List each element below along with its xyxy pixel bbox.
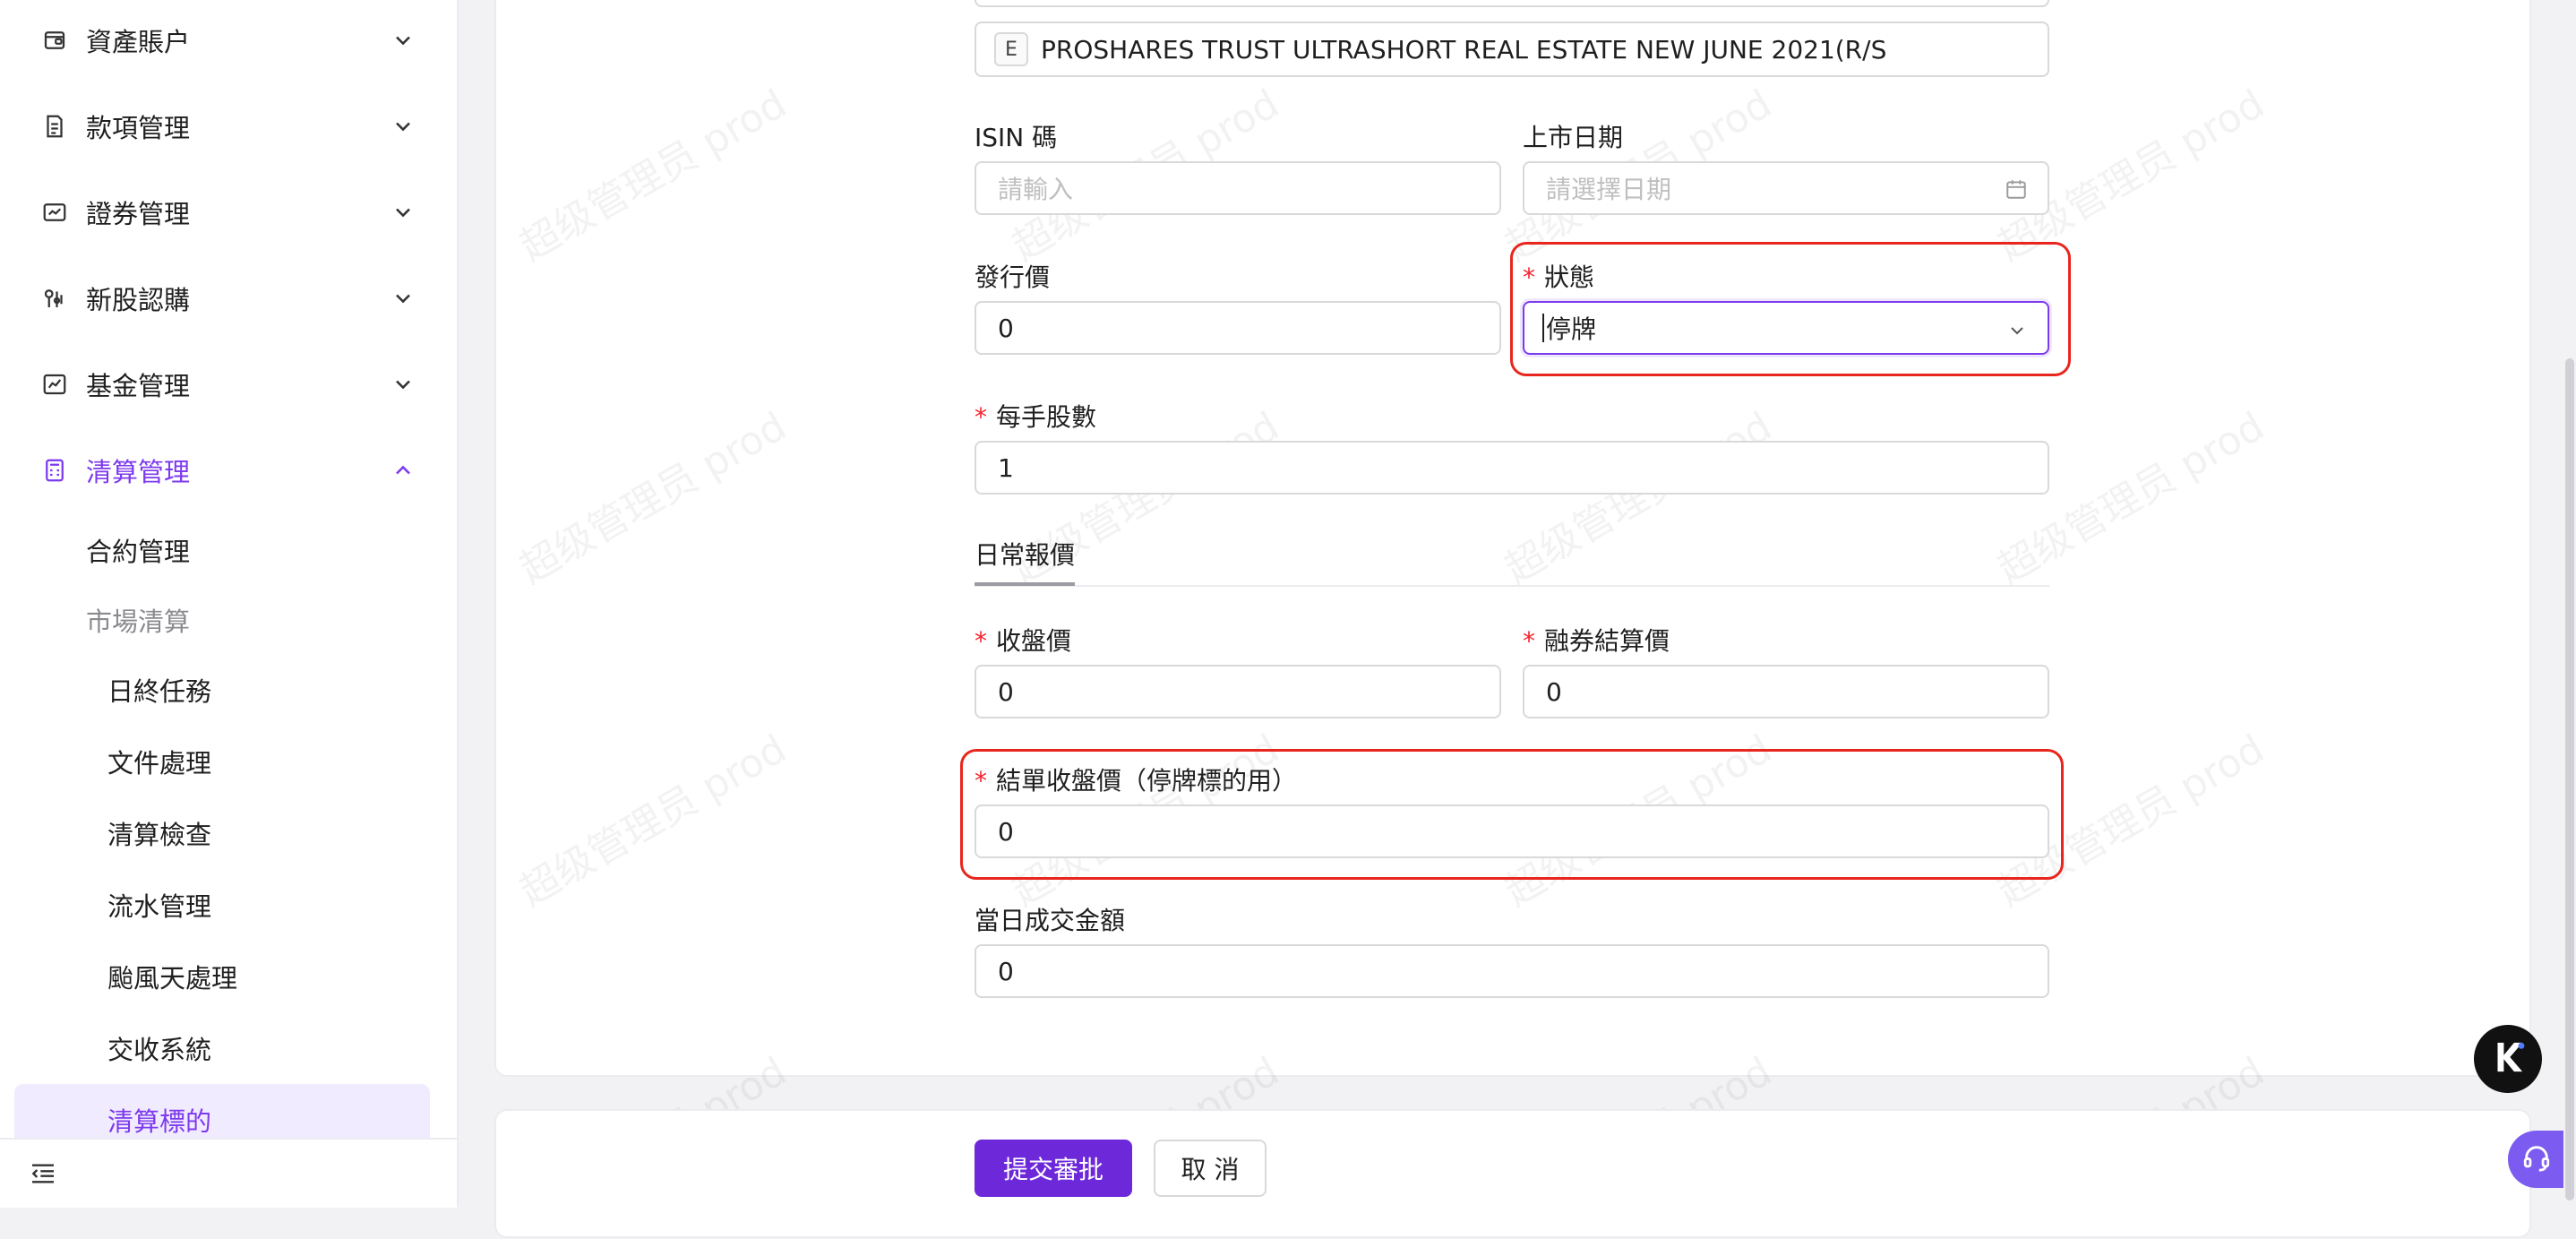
menu-item-securities-management[interactable]: 證券管理: [0, 176, 457, 248]
closing-price-input[interactable]: 0: [975, 665, 1501, 718]
sidebar-footer: [0, 1138, 457, 1208]
menu-item-payment-management[interactable]: 款項管理: [0, 90, 457, 162]
k-logo-icon: [2487, 1037, 2529, 1081]
submenu-item-clearing-check[interactable]: 清算檢查: [107, 801, 211, 865]
chevron-down-icon: [391, 200, 416, 225]
market-tag: E: [994, 32, 1028, 66]
margin-settlement-price-label-text: 融券結算價: [1544, 626, 1670, 656]
settlement-closing-price-label: * 結單收盤價（停牌標的用）: [975, 761, 1297, 797]
receipt-icon: [41, 113, 68, 140]
listing-date-picker[interactable]: 請選擇日期: [1523, 161, 2049, 215]
required-mark: *: [1523, 626, 1535, 656]
isin-label: ISIN 碼: [975, 123, 1058, 152]
page-scrollbar-thumb[interactable]: [2565, 358, 2574, 1200]
closing-price-label-text: 收盤價: [996, 626, 1072, 656]
calculator-icon: [41, 457, 68, 484]
status-label-text: 狀態: [1544, 262, 1595, 292]
collapse-menu-icon[interactable]: [29, 1159, 57, 1188]
security-name-value: PROSHARES TRUST ULTRASHORT REAL ESTATE N…: [1041, 34, 1887, 65]
form-card: [494, 0, 2531, 1077]
submenu-group-market-clearing: 市場清算: [86, 607, 191, 637]
assistant-button[interactable]: [2474, 1025, 2542, 1093]
customer-support-button[interactable]: [2508, 1131, 2565, 1188]
required-mark: *: [975, 626, 987, 656]
ipo-icon: [41, 285, 68, 312]
chevron-down-icon: [391, 28, 416, 53]
settlement-closing-price-label-text: 結單收盤價（停牌標的用）: [996, 766, 1298, 796]
submenu-item-eod-tasks[interactable]: 日終任務: [107, 658, 211, 722]
issue-price-input[interactable]: 0: [975, 301, 1501, 355]
securities-icon: [41, 199, 68, 226]
chevron-down-icon: [391, 114, 416, 139]
lot-size-input[interactable]: 1: [975, 441, 2049, 495]
status-label: * 狀態: [1523, 258, 1594, 294]
menu-item-asset-accounts[interactable]: 資產賬户: [0, 4, 457, 76]
chevron-down-icon: [391, 286, 416, 311]
required-mark: *: [975, 766, 987, 796]
menu-label: 清算管理: [86, 457, 191, 487]
issue-price-label: 發行價: [975, 262, 1051, 292]
margin-settlement-price-input[interactable]: 0: [1523, 665, 2049, 718]
status-select[interactable]: 停牌: [1523, 301, 2049, 355]
cancel-button[interactable]: 取 消: [1154, 1140, 1267, 1197]
chart-line-icon: [41, 371, 68, 398]
submenu-item-file-processing[interactable]: 文件處理: [107, 729, 211, 794]
status-select-value: 停牌: [1546, 314, 1597, 344]
menu-label: 資產賬户: [86, 27, 191, 57]
submenu-item-contract-management[interactable]: 合約管理: [86, 518, 190, 582]
section-tab-underline: [975, 582, 1075, 586]
submenu-item-settlement-system[interactable]: 交收系統: [107, 1016, 211, 1080]
settlement-closing-price-input[interactable]: 0: [975, 804, 2049, 858]
closing-price-label: * 收盤價: [975, 622, 1071, 658]
lot-size-label-text: 每手股數: [996, 402, 1097, 432]
security-name-field[interactable]: E PROSHARES TRUST ULTRASHORT REAL ESTATE…: [975, 22, 2049, 77]
wallet-icon: [41, 27, 68, 54]
menu-label: 基金管理: [86, 371, 191, 401]
submenu-item-typhoon-handling[interactable]: 颱風天處理: [107, 944, 237, 1009]
menu-item-clearing-management[interactable]: 清算管理: [0, 435, 457, 506]
daily-quote-section-title: 日常報價: [975, 540, 1076, 570]
margin-settlement-price-label: * 融券結算價: [1523, 622, 1670, 658]
menu-label: 款項管理: [86, 113, 191, 143]
menu-item-ipo-subscription[interactable]: 新股認購: [0, 262, 457, 334]
listing-date-label: 上市日期: [1523, 123, 1624, 152]
headset-icon: [2521, 1142, 2552, 1176]
menu-label: 新股認購: [86, 285, 191, 315]
form-footer: [494, 1109, 2531, 1238]
isin-input[interactable]: 請輸入: [975, 161, 1501, 215]
lot-size-label: * 每手股數: [975, 398, 1096, 434]
menu-label: 證券管理: [86, 199, 191, 229]
listing-date-placeholder: 請選擇日期: [1546, 175, 1672, 204]
chevron-down-icon: [391, 372, 416, 397]
required-mark: *: [1523, 262, 1535, 292]
chevron-down-icon: [2006, 318, 2028, 340]
required-mark: *: [975, 402, 987, 432]
submenu-item-journal-management[interactable]: 流水管理: [107, 873, 211, 937]
submit-for-approval-button[interactable]: 提交審批: [975, 1140, 1132, 1197]
text-caret: [1542, 314, 1544, 342]
sidebar: 資產賬户 款項管理 證券管理 新股認購 基金管理 清算管理 合約管理 市場清算 …: [0, 0, 459, 1208]
previous-field-input[interactable]: [975, 0, 2049, 7]
chevron-up-icon: [391, 458, 416, 483]
calendar-icon: [2005, 177, 2028, 201]
daily-turnover-input[interactable]: 0: [975, 944, 2049, 998]
section-divider: [975, 585, 2049, 587]
daily-turnover-label: 當日成交金額: [975, 906, 1126, 935]
menu-item-fund-management[interactable]: 基金管理: [0, 348, 457, 420]
